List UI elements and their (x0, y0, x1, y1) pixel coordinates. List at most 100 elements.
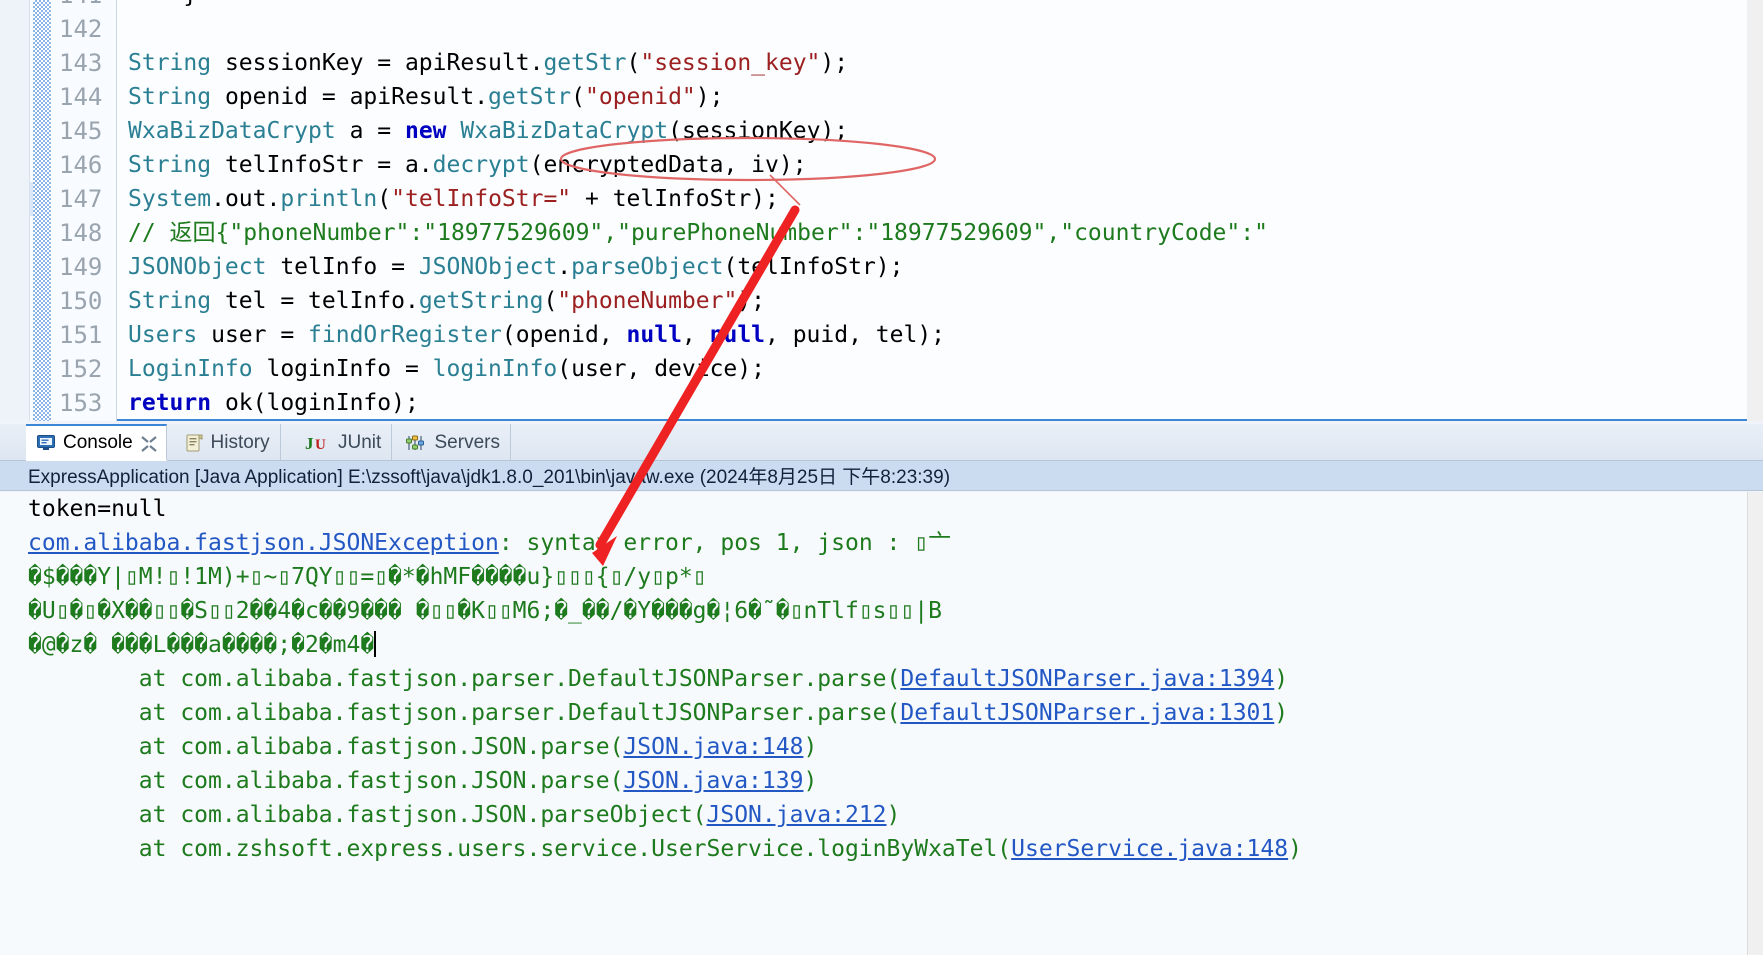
code-line[interactable]: System.out.println("telInfoStr=" + telIn… (128, 182, 779, 216)
console-text: at com.alibaba.fastjson.parser.DefaultJS… (28, 700, 901, 726)
console-text: �U▯�▯�X��▯▯�S▯▯2��4�c��9��� �▯▯�K▯▯M6;�_… (28, 598, 942, 624)
line-number: 143 (59, 49, 103, 77)
code-token: loginInfo = (252, 356, 433, 382)
code-line[interactable]: WxaBizDataCrypt a = new WxaBizDataCrypt(… (128, 114, 848, 148)
launch-configuration-label: ExpressApplication [Java Application] E:… (0, 461, 1763, 491)
code-token: + telInfoStr); (571, 186, 779, 212)
stack-line: at com.alibaba.fastjson.parser.DefaultJS… (28, 662, 1747, 696)
code-token: } (128, 0, 197, 8)
code-token: , (681, 322, 710, 348)
editor-scrollbar[interactable] (1747, 0, 1763, 421)
console-text: ) (803, 768, 818, 794)
code-token: , puid, tel); (765, 322, 946, 348)
code-token: ok(loginInfo); (211, 390, 419, 416)
java-editor[interactable]: 141 } 142 143 String sessionKey = apiResult… (0, 0, 1763, 421)
garbled-line-3: �@�z� ���L���a����;�2�m4� (28, 628, 1747, 662)
code-line[interactable]: String sessionKey = apiResult.getStr("se… (128, 46, 848, 80)
code-token: "session_key" (640, 50, 821, 76)
code-token: String (128, 84, 212, 110)
code-token: (sessionKey); (668, 118, 849, 144)
code-token: String (128, 152, 212, 178)
code-token: Users (128, 322, 198, 348)
code-token: JSONObject (128, 254, 267, 280)
stack-trace-link[interactable]: JSON.java:139 (623, 768, 803, 794)
close-icon[interactable] (140, 435, 157, 452)
code-token: "telInfoStr=" (391, 186, 572, 212)
tab-junit[interactable]: J U JUnit (295, 424, 393, 461)
code-token: println (280, 186, 378, 212)
svg-text:J: J (305, 434, 314, 453)
line-number: 142 (59, 15, 103, 43)
stack-trace-link[interactable]: UserService.java:148 (1011, 836, 1288, 862)
code-line[interactable]: return ok(loginInfo); (128, 386, 419, 420)
code-token: ); (737, 288, 766, 314)
code-token: getStr (543, 50, 627, 76)
history-icon (184, 433, 204, 453)
code-token: findOrRegister (308, 322, 502, 348)
editor-annotation-ruler[interactable] (0, 0, 30, 421)
code-token: ( (626, 50, 641, 76)
code-line[interactable]: JSONObject telInfo = JSONObject.parseObj… (128, 250, 904, 284)
code-token: tel = telInfo. (211, 288, 419, 314)
code-token: .out. (211, 186, 281, 212)
code-token: ); (695, 84, 724, 110)
tab-label: JUnit (338, 431, 382, 453)
line-number: 151 (59, 321, 103, 349)
console-text: ) (803, 734, 818, 760)
stack-line: at com.alibaba.fastjson.JSON.parse(JSON.… (28, 730, 1747, 764)
console-output[interactable]: token=null com.alibaba.fastjson.JSONExcep… (0, 492, 1747, 955)
stack-trace-link[interactable]: DefaultJSONParser.java:1394 (900, 666, 1274, 692)
code-line[interactable]: String telInfoStr = a.decrypt(encryptedD… (128, 148, 807, 182)
code-token: . (557, 254, 572, 280)
code-token: LoginInfo (128, 356, 253, 382)
console-text: �$���Y|▯M!▯!1M)+▯~▯7QY▯▯=▯�*�hMF����u}▯▯… (28, 564, 707, 590)
stack-trace-link[interactable]: DefaultJSONParser.java:1301 (900, 700, 1274, 726)
code-token: sessionKey = apiResult. (211, 50, 544, 76)
code-line[interactable]: String tel = telInfo.getString("phoneNum… (128, 284, 765, 318)
line-number: 145 (59, 117, 103, 145)
junit-icon: JU (305, 433, 331, 453)
tab-servers[interactable]: Servers (396, 424, 511, 461)
text-caret (374, 631, 377, 657)
console-text: at com.zshsoft.express.users.service.Use… (28, 836, 1012, 862)
tab-console[interactable]: Console (26, 424, 167, 461)
line-number: 153 (59, 389, 103, 417)
code-line[interactable]: // 返回{"phoneNumber":"18977529609","pureP… (128, 216, 1268, 250)
code-token: // 返回{"phoneNumber":"18977529609","pureP… (128, 220, 1268, 246)
code-token: decrypt (432, 152, 530, 178)
code-token: return (128, 390, 212, 416)
code-token: a = (335, 118, 405, 144)
code-token: String (128, 288, 212, 314)
code-line[interactable]: LoginInfo loginInfo = loginInfo(user, de… (128, 352, 765, 386)
code-token: new (404, 118, 447, 144)
tab-label: Servers (434, 431, 500, 453)
line-number: 144 (59, 83, 103, 111)
console-text: at com.alibaba.fastjson.JSON.parse( (28, 734, 624, 760)
eclipse-ide-window: 141 } 142 143 String sessionKey = apiResult… (0, 0, 1763, 955)
stack-trace-link[interactable]: JSON.java:212 (707, 802, 887, 828)
stack-trace-link[interactable]: com.alibaba.fastjson.JSONException (28, 530, 499, 556)
code-line[interactable]: Users user = findOrRegister(openid, null… (128, 318, 945, 352)
console-text: ) (886, 802, 901, 828)
tab-history[interactable]: History (174, 424, 281, 461)
code-token: user = (197, 322, 309, 348)
console-view-panel: Console History J U JUnit Servers ExpressAppl… (0, 421, 1763, 955)
code-token: telInfoStr = a. (211, 152, 433, 178)
console-text: ) (1274, 700, 1289, 726)
code-line[interactable]: String openid = apiResult.getStr("openid… (128, 80, 723, 114)
code-line[interactable]: } (128, 0, 197, 12)
code-token: System (128, 186, 212, 212)
stack-trace-link[interactable]: JSON.java:148 (623, 734, 803, 760)
console-text: token=null (28, 496, 167, 522)
console-scrollbar[interactable] (1747, 492, 1763, 955)
console-icon (36, 433, 56, 453)
console-text: �@�z� ���L���a����;�2�m4� (28, 632, 375, 658)
code-token: null (709, 322, 766, 348)
stack-line: at com.zshsoft.express.users.service.Use… (28, 832, 1747, 866)
code-token: parseObject (571, 254, 724, 280)
stack-line: at com.alibaba.fastjson.JSON.parseObject… (28, 798, 1747, 832)
console-text: ) (1274, 666, 1289, 692)
code-token: JSONObject (418, 254, 558, 280)
tab-label: Console (63, 431, 133, 453)
